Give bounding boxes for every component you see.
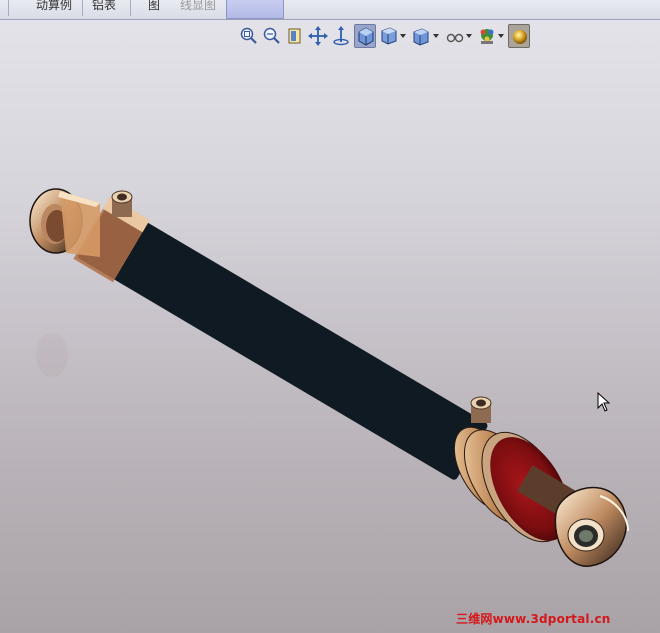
- tab-separator: [130, 0, 131, 16]
- graphics-viewport[interactable]: [0, 21, 660, 633]
- watermark-text: 三维网www.3dportal.cn: [456, 612, 611, 626]
- command-tab-bar: 动算例 铝表 图 线显图: [0, 0, 660, 20]
- tab-wireframe[interactable]: 线显图: [180, 0, 216, 16]
- tab-drawing[interactable]: 图: [148, 0, 160, 16]
- tab-table[interactable]: 铝表: [92, 0, 116, 16]
- top-port-rear: [111, 190, 133, 217]
- tab-active[interactable]: [226, 0, 284, 19]
- tab-separator: [82, 0, 83, 16]
- rear-clevis: [29, 188, 100, 257]
- top-port-front: [470, 396, 492, 423]
- mouse-cursor-icon: [597, 392, 611, 412]
- tab-separator: [8, 0, 9, 16]
- front-rod-eye: [554, 486, 629, 567]
- hydraulic-cylinder-model: [29, 188, 629, 594]
- tab-study[interactable]: 动算例: [36, 0, 72, 16]
